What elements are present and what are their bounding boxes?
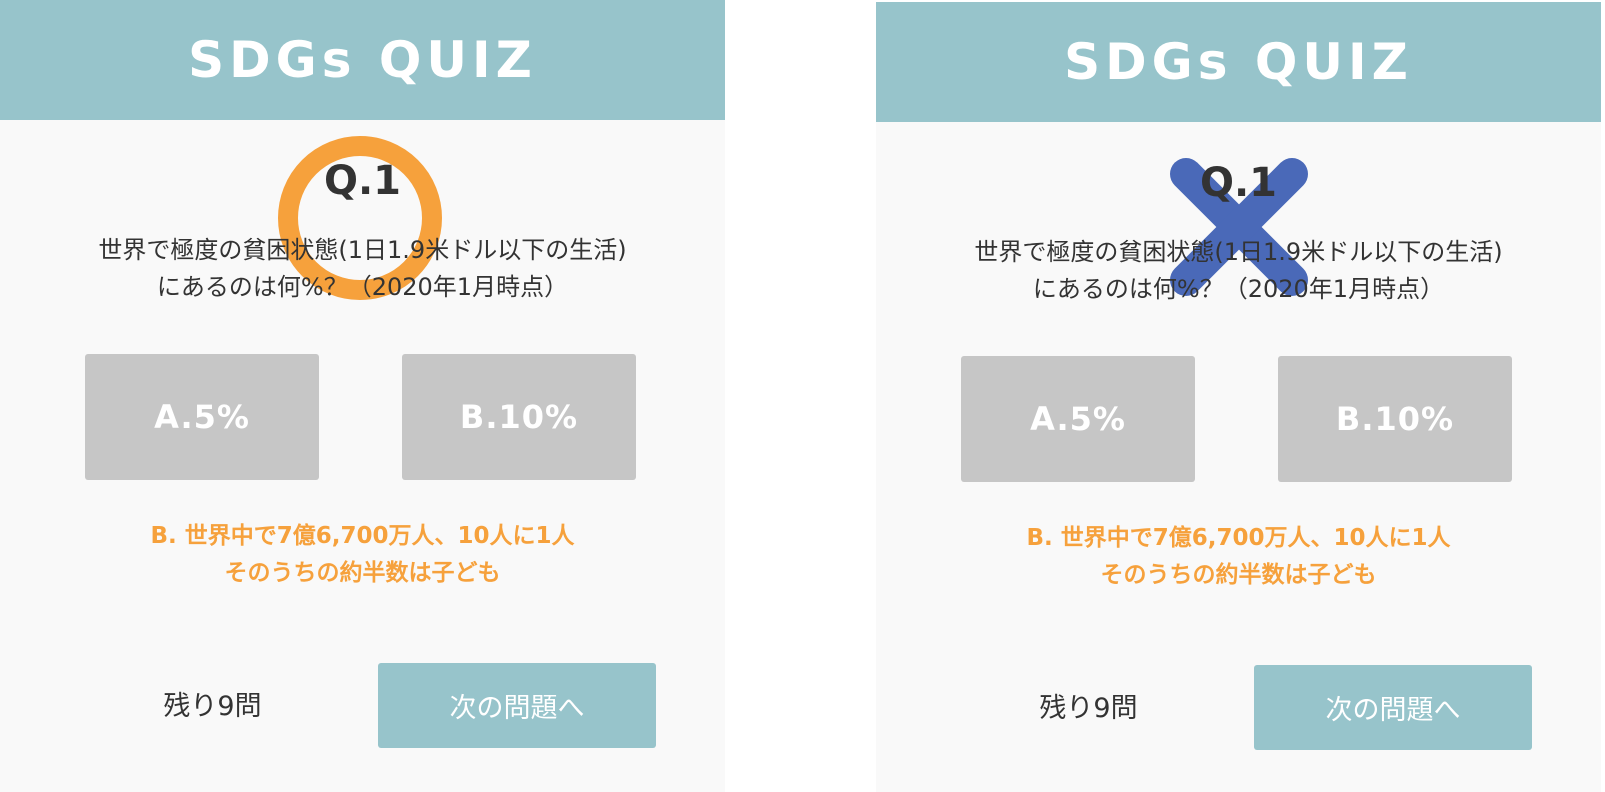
choice-a-button[interactable]: A.5%: [85, 354, 319, 480]
quiz-header: SDGs QUIZ: [876, 2, 1601, 122]
quiz-title: SDGs QUIZ: [188, 31, 537, 89]
answer-line: そのうちの約半数は子ども: [1100, 562, 1377, 588]
quiz-panel-wrong: SDGs QUIZ Q.1 世界で極度の貧困状態(1日1.9米ドル以下の生活) …: [876, 2, 1601, 792]
question-line: にあるのは何%？（2020年1月時点）: [156, 273, 569, 301]
choice-a-button[interactable]: A.5%: [961, 356, 1195, 482]
answer-explanation: B. 世界中で7億6,700万人、10人に1人 そのうちの約半数は子ども: [876, 520, 1601, 594]
answer-line: B. 世界中で7億6,700万人、10人に1人: [1026, 525, 1451, 551]
question-line: にあるのは何%？（2020年1月時点）: [1032, 275, 1445, 303]
remaining-questions: 残り9問: [163, 691, 262, 722]
answer-line: B. 世界中で7億6,700万人、10人に1人: [150, 523, 575, 549]
answer-explanation: B. 世界中で7億6,700万人、10人に1人 そのうちの約半数は子ども: [0, 518, 725, 592]
choice-b-button[interactable]: B.10%: [1278, 356, 1512, 482]
quiz-panel-correct: SDGs QUIZ Q.1 世界で極度の貧困状態(1日1.9米ドル以下の生活) …: [0, 0, 725, 792]
choice-b-button[interactable]: B.10%: [402, 354, 636, 480]
question-text: 世界で極度の貧困状態(1日1.9米ドル以下の生活) にあるのは何%？（2020年…: [876, 234, 1601, 308]
answer-line: そのうちの約半数は子ども: [224, 560, 501, 586]
question-text: 世界で極度の貧困状態(1日1.9米ドル以下の生活) にあるのは何%？（2020年…: [0, 232, 725, 306]
question-line: 世界で極度の貧困状態(1日1.9米ドル以下の生活): [98, 236, 627, 264]
question-line: 世界で極度の貧困状態(1日1.9米ドル以下の生活): [974, 238, 1503, 266]
quiz-header: SDGs QUIZ: [0, 0, 725, 120]
next-question-button[interactable]: 次の問題へ: [378, 663, 656, 748]
remaining-questions: 残り9問: [1039, 693, 1138, 724]
next-question-button[interactable]: 次の問題へ: [1254, 665, 1532, 750]
question-number: Q.1: [1199, 160, 1278, 206]
quiz-title: SDGs QUIZ: [1064, 33, 1413, 91]
question-number: Q.1: [323, 158, 402, 204]
